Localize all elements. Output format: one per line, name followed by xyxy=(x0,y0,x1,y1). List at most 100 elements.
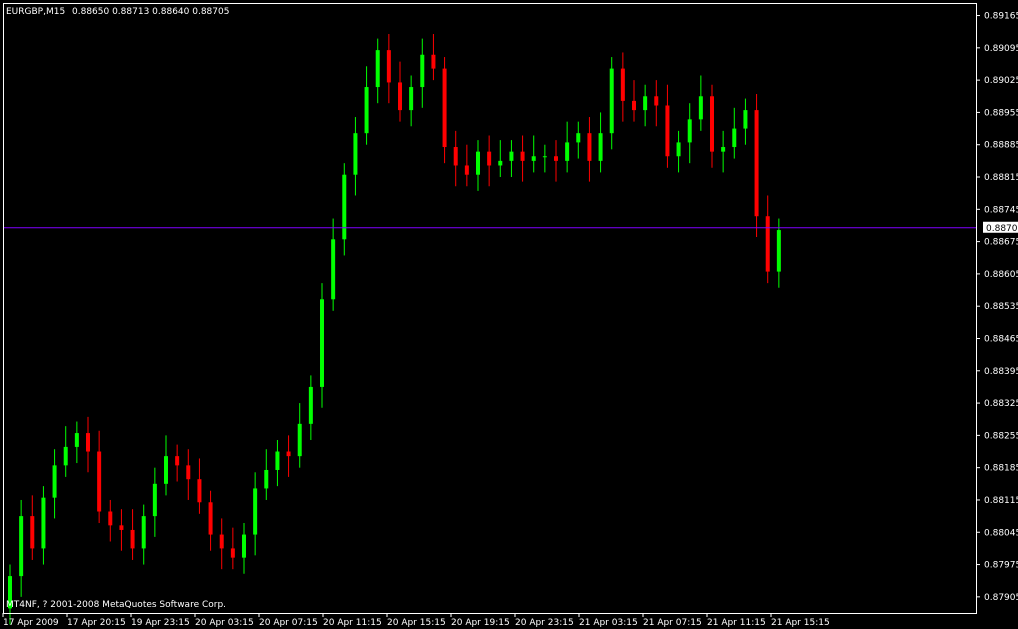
x-tick-label: 20 Apr 11:15 xyxy=(323,618,382,628)
y-tick-label: 0.89025 xyxy=(984,76,1018,86)
candle-body xyxy=(186,465,191,480)
candle-body xyxy=(587,133,592,161)
candle-body xyxy=(386,50,391,83)
candle-body xyxy=(609,68,614,134)
candle-body xyxy=(364,87,369,134)
y-tick-label: 0.88745 xyxy=(984,205,1018,215)
candle-body xyxy=(175,456,180,466)
candle-body xyxy=(52,465,57,498)
candlestick-chart[interactable]: 0.89165 0.89095 0.89025 0.88955 0.88885 0.888… xyxy=(0,0,1018,629)
candle-body xyxy=(242,534,246,558)
candle-body xyxy=(765,216,770,272)
candle-body xyxy=(676,142,681,157)
candles-group xyxy=(8,33,781,625)
candle-body xyxy=(487,151,492,166)
candle-body xyxy=(264,469,269,489)
candle-body xyxy=(453,147,458,166)
x-tick-label: 20 Apr 15:15 xyxy=(387,618,446,628)
y-tick-label: 0.88955 xyxy=(984,108,1018,118)
y-tick-label: 0.87905 xyxy=(984,593,1018,603)
candle-body xyxy=(431,54,436,69)
candle-body xyxy=(119,525,124,530)
x-tick-label: 20 Apr 23:15 xyxy=(515,618,574,628)
y-tick-label: 0.88325 xyxy=(984,399,1018,409)
candle-body xyxy=(398,82,402,111)
y-tick-label: 0.88465 xyxy=(984,334,1018,344)
chart-frame xyxy=(3,3,977,614)
candle-body xyxy=(275,451,280,470)
candle-body xyxy=(665,105,670,157)
candle-body xyxy=(164,456,168,484)
candle-body xyxy=(74,433,79,447)
candle-body xyxy=(420,54,425,88)
chart-window[interactable]: 0.89165 0.89095 0.89025 0.88955 0.88885 0.888… xyxy=(0,0,1018,629)
candle-body xyxy=(19,516,24,577)
copyright-label: MT4NF, ? 2001-2008 MetaQuotes Software C… xyxy=(6,600,226,610)
candle-body xyxy=(63,446,68,466)
y-tick-label: 0.89165 xyxy=(984,12,1018,22)
candle-body xyxy=(776,230,781,272)
candle-body xyxy=(732,128,737,148)
x-tick-label: 21 Apr 07:15 xyxy=(643,618,702,628)
candle-body xyxy=(41,497,46,549)
candle-body xyxy=(152,483,157,517)
candle-body xyxy=(554,156,558,161)
candle-body xyxy=(342,174,347,240)
symbol-label: EURGBP,M15 xyxy=(6,7,65,17)
candle-body xyxy=(476,151,480,175)
candle-body xyxy=(643,96,648,111)
candle-body xyxy=(698,96,703,120)
x-tick-label: 21 Apr 15:15 xyxy=(771,618,830,628)
candle-body xyxy=(520,151,525,161)
candle-body xyxy=(308,386,313,424)
x-tick-label: 21 Apr 03:15 xyxy=(579,618,638,628)
candle-body xyxy=(230,548,235,558)
candle-body xyxy=(721,147,726,152)
candle-body xyxy=(710,96,714,152)
candle-body xyxy=(442,68,447,148)
candle-body xyxy=(754,110,759,217)
candle-body xyxy=(687,119,692,143)
candle-body xyxy=(30,516,35,549)
y-tick-label: 0.88815 xyxy=(984,173,1018,183)
candle-body xyxy=(208,502,213,535)
y-tick-label: 0.88605 xyxy=(984,270,1018,280)
candle-body xyxy=(509,151,514,161)
candle-body xyxy=(632,100,636,111)
x-tick-label: 20 Apr 03:15 xyxy=(195,618,254,628)
y-axis: 0.89165 0.89095 0.89025 0.88955 0.88885 0.888… xyxy=(976,12,1018,603)
candle-body xyxy=(141,516,146,549)
ohlc-label: 0.88650 0.88713 0.88640 0.88705 xyxy=(72,7,229,17)
x-tick-label: 20 Apr 07:15 xyxy=(259,618,318,628)
candle-body xyxy=(197,479,202,503)
x-tick-label: 20 Apr 19:15 xyxy=(451,618,510,628)
y-tick-label: 0.88395 xyxy=(984,367,1018,377)
candle-body xyxy=(297,423,302,457)
candle-body xyxy=(353,133,358,175)
candle-body xyxy=(565,142,570,161)
candle-body xyxy=(654,96,659,106)
y-tick-label: 0.88185 xyxy=(984,464,1018,474)
y-tick-label: 0.88885 xyxy=(984,141,1018,151)
x-tick-label: 19 Apr 23:15 xyxy=(131,618,190,628)
x-tick-label: 17 Apr 20:15 xyxy=(67,618,126,628)
candle-body xyxy=(531,156,536,161)
candle-body xyxy=(620,68,625,101)
x-tick-label: 21 Apr 11:15 xyxy=(707,618,766,628)
candle-body xyxy=(286,451,291,457)
y-tick-label: 0.88255 xyxy=(984,431,1018,441)
y-tick-label: 0.88535 xyxy=(984,302,1018,312)
candle-body xyxy=(743,110,748,129)
candle-body xyxy=(464,165,469,175)
candle-body xyxy=(576,133,581,143)
candle-body xyxy=(219,534,224,549)
x-tick-label: 17 Apr 2009 xyxy=(3,618,59,628)
y-tick-label: 0.88675 xyxy=(984,238,1018,248)
y-tick-label: 0.88115 xyxy=(984,496,1018,506)
candle-body xyxy=(409,87,414,111)
candle-body xyxy=(253,488,258,535)
current-price-tag-label: 0.88705 xyxy=(986,224,1018,234)
candle-body xyxy=(86,433,90,452)
candle-body xyxy=(331,239,336,300)
y-tick-label: 0.89095 xyxy=(984,44,1018,54)
